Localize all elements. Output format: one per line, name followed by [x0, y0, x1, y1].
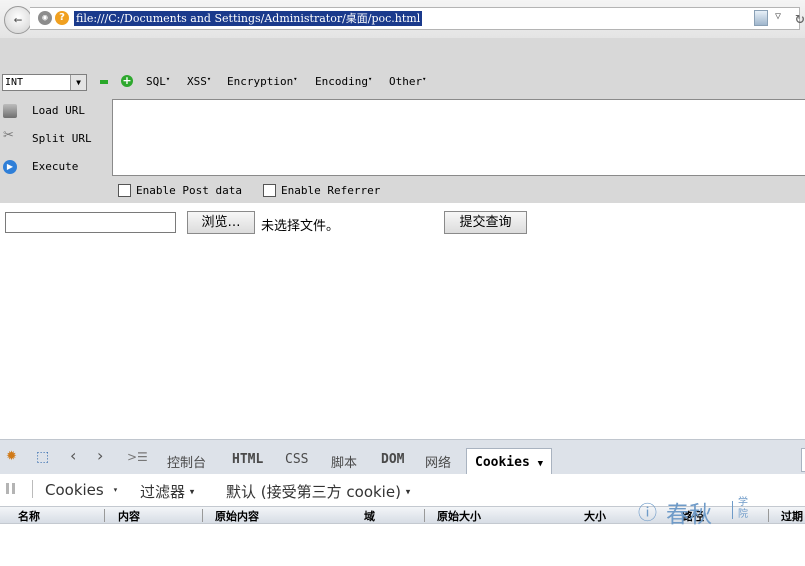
- col-divider: [104, 509, 105, 522]
- hackbar-toolbar: INT ▼ + SQL▾ XSS▾ Encryption▾ Encoding▾ …: [0, 73, 805, 93]
- firebug-icon[interactable]: ✹: [6, 449, 17, 464]
- enable-post-data-checkbox[interactable]: Enable Post data: [118, 184, 242, 197]
- col-name[interactable]: 名称: [18, 508, 40, 524]
- forward-icon[interactable]: ›: [97, 446, 103, 465]
- enable-referrer-checkbox[interactable]: Enable Referrer: [263, 184, 380, 197]
- inspect-icon[interactable]: ⬚: [36, 449, 49, 465]
- col-expires[interactable]: 过期: [781, 508, 803, 524]
- back-arrow-icon: ←: [13, 12, 23, 28]
- reload-icon[interactable]: ↻: [795, 8, 805, 27]
- file-path-input[interactable]: [5, 212, 176, 233]
- col-divider: [424, 509, 425, 522]
- toolbar-divider: [32, 480, 33, 498]
- int-select-value: INT: [5, 77, 24, 88]
- firebug-panel: ✹ ⬚ ‹ › >☰ 控制台 HTML CSS 脚本 DOM 网络 Cookie…: [0, 439, 805, 566]
- globe-icon: ◉: [38, 11, 52, 25]
- col-raw-content[interactable]: 原始内容: [215, 508, 259, 524]
- tab-script[interactable]: 脚本: [331, 452, 357, 471]
- plus-icon[interactable]: +: [121, 75, 133, 87]
- col-divider: [768, 509, 769, 522]
- url-dropdown-icon[interactable]: ▽: [775, 11, 781, 22]
- addon-icon[interactable]: [754, 10, 768, 26]
- load-url-button[interactable]: Load URL: [0, 100, 112, 124]
- address-bar: ← ◉ ? file:///C:/Documents and Settings/…: [0, 0, 805, 38]
- col-domain[interactable]: 域: [364, 508, 375, 524]
- firebug-tabbar: ✹ ⬚ ‹ › >☰ 控制台 HTML CSS 脚本 DOM 网络 Cookie…: [0, 439, 805, 475]
- cookies-menu[interactable]: Cookies ▾: [45, 481, 118, 499]
- ichunqiu-logo-icon: ⓘ: [638, 502, 658, 524]
- tab-html[interactable]: HTML: [232, 452, 263, 467]
- no-file-label: 未选择文件。: [261, 219, 340, 234]
- menu-encoding[interactable]: Encoding▾: [315, 75, 372, 88]
- checkbox-box[interactable]: [118, 184, 131, 197]
- hackbar-url-textarea[interactable]: [112, 99, 805, 176]
- command-line-icon[interactable]: >☰: [127, 450, 148, 464]
- split-url-button[interactable]: ✂ Split URL: [0, 128, 112, 152]
- col-divider: [202, 509, 203, 522]
- submit-query-button[interactable]: 提交查询: [444, 211, 527, 234]
- tab-net[interactable]: 网络: [425, 452, 451, 471]
- play-icon: ▶: [3, 160, 17, 174]
- filter-menu[interactable]: 过滤器 ▾: [140, 481, 194, 502]
- url-text[interactable]: file:///C:/Documents and Settings/Admini…: [74, 11, 423, 26]
- chevron-down-icon: ▼: [70, 75, 86, 90]
- menu-xss[interactable]: XSS▾: [187, 75, 211, 88]
- menu-other[interactable]: Other▾: [389, 75, 426, 88]
- tab-console[interactable]: 控制台: [167, 452, 206, 471]
- scissors-icon: ✂: [3, 128, 14, 143]
- execute-button[interactable]: ▶ Execute: [0, 156, 112, 180]
- load-url-icon: [3, 104, 17, 118]
- page-content: 浏览… 未选择文件。 提交查询: [0, 203, 805, 439]
- col-raw-size[interactable]: 原始大小: [437, 508, 481, 524]
- col-content[interactable]: 内容: [118, 508, 140, 524]
- int-select[interactable]: INT ▼: [2, 74, 87, 91]
- tab-cookies[interactable]: Cookies ▼: [466, 448, 553, 475]
- menu-encryption[interactable]: Encryption▾: [227, 75, 297, 88]
- tab-css[interactable]: CSS: [285, 452, 308, 467]
- site-info-icon[interactable]: ?: [55, 11, 69, 25]
- pause-icon[interactable]: [6, 483, 15, 494]
- default-policy-menu[interactable]: 默认 (接受第三方 cookie) ▾: [226, 481, 410, 502]
- browse-button[interactable]: 浏览…: [187, 211, 255, 234]
- menu-sql[interactable]: SQL▾: [146, 75, 170, 88]
- checkbox-box[interactable]: [263, 184, 276, 197]
- back-button[interactable]: ←: [4, 6, 32, 34]
- url-field[interactable]: ◉ ? file:///C:/Documents and Settings/Ad…: [30, 7, 805, 30]
- back-icon[interactable]: ‹: [70, 446, 76, 465]
- minus-icon[interactable]: [100, 80, 108, 84]
- hackbar-panel: INT ▼ + SQL▾ XSS▾ Encryption▾ Encoding▾ …: [0, 38, 805, 203]
- firebug-search-box[interactable]: [801, 448, 805, 472]
- col-size[interactable]: 大小: [584, 508, 606, 524]
- tab-dom[interactable]: DOM: [381, 452, 404, 467]
